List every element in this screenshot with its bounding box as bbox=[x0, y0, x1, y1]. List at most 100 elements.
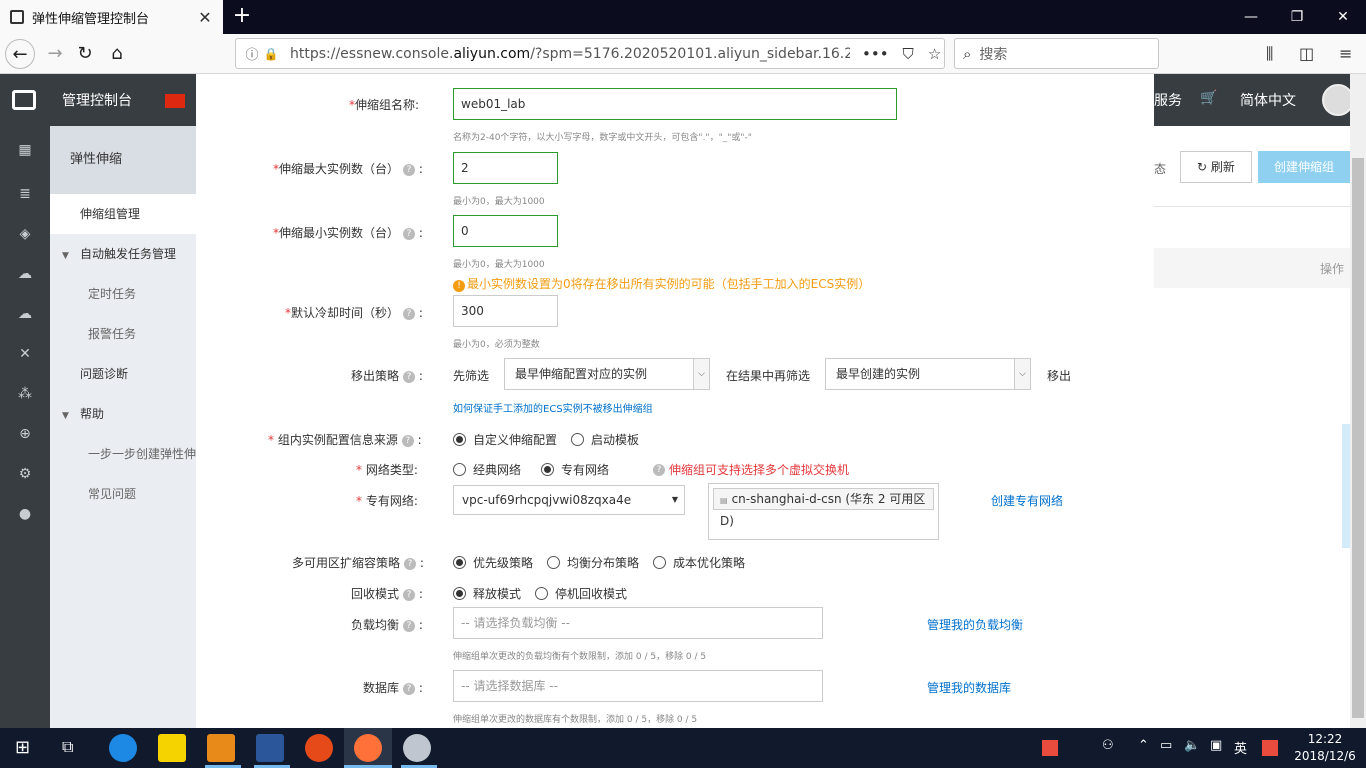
ime-indicator[interactable]: 英 bbox=[1234, 738, 1247, 757]
bookmark-star-icon[interactable]: ☆ bbox=[928, 45, 941, 63]
help-icon[interactable]: ? bbox=[403, 228, 416, 240]
firefox-icon[interactable] bbox=[354, 734, 382, 762]
group-name-input[interactable]: web01_lab bbox=[453, 88, 897, 120]
cloud-upload-icon[interactable]: ☁ bbox=[17, 306, 33, 322]
browser-tab[interactable]: 弹性伸缩管理控制台 ✕ bbox=[0, 0, 223, 34]
create-vpc-link[interactable]: 创建专有网络 bbox=[991, 492, 1063, 509]
subnav-item-alarm-tasks[interactable]: 报警任务 bbox=[50, 314, 196, 354]
recycle-release-radio[interactable]: 释放模式 bbox=[453, 585, 521, 602]
cooldown-input[interactable]: 300 bbox=[453, 295, 558, 327]
word-icon[interactable] bbox=[256, 734, 284, 762]
sticky-notes-icon[interactable] bbox=[158, 734, 186, 762]
database-select[interactable]: -- 请选择数据库 -- bbox=[453, 670, 823, 702]
library-icon[interactable]: ⫼ bbox=[1266, 39, 1273, 69]
volume-icon[interactable]: 🔈 bbox=[1184, 738, 1200, 753]
home-icon[interactable]: ⌂ bbox=[102, 39, 132, 69]
app-tray-icon[interactable] bbox=[1042, 740, 1058, 756]
subnav-item-scheduled-tasks[interactable]: 定时任务 bbox=[50, 274, 196, 314]
multi-az-balanced-radio[interactable]: 均衡分布策略 bbox=[547, 554, 639, 571]
grid-icon[interactable]: ▦ bbox=[17, 142, 33, 158]
search-input[interactable]: ⌕ 搜索 bbox=[954, 38, 1159, 69]
help-icon[interactable]: ? bbox=[403, 371, 416, 383]
page-actions-icon[interactable]: ••• bbox=[862, 45, 889, 63]
config-source-template-radio[interactable]: 启动模板 bbox=[571, 431, 639, 448]
people-icon[interactable]: ⚇ bbox=[1102, 738, 1114, 753]
subnav-group-help[interactable]: ▼ 帮助 bbox=[50, 394, 196, 434]
network-icon[interactable]: ▣ bbox=[1210, 738, 1222, 753]
aliyun-logo-icon[interactable] bbox=[12, 90, 36, 110]
new-tab-icon[interactable]: + bbox=[230, 4, 254, 28]
network-classic-radio[interactable]: 经典网络 bbox=[453, 461, 521, 478]
console-title[interactable]: 管理控制台 bbox=[62, 90, 132, 110]
menu-icon[interactable]: ≡ bbox=[1339, 39, 1352, 69]
subnav-group-auto-tasks[interactable]: ▼ 自动触发任务管理 bbox=[50, 234, 196, 274]
close-tab-icon[interactable]: ✕ bbox=[197, 8, 213, 27]
shield-icon[interactable]: ◈ bbox=[17, 226, 33, 242]
help-icon[interactable]: ? bbox=[401, 435, 414, 447]
taskbar-clock[interactable]: 12:22 2018/12/6 bbox=[1290, 731, 1360, 765]
sidebar-icon[interactable]: ◫ bbox=[1299, 39, 1314, 69]
help-icon[interactable]: ? bbox=[404, 558, 417, 570]
language-switch[interactable]: 简体中文 bbox=[1240, 90, 1296, 110]
help-icon[interactable]: ? bbox=[403, 620, 416, 632]
help-icon[interactable]: ? bbox=[403, 683, 416, 695]
url-text[interactable]: https://essnew.console.aliyun.com/?spm=5… bbox=[290, 46, 850, 62]
load-balancer-select[interactable]: -- 请选择负载均衡 -- bbox=[453, 607, 823, 639]
server-icon[interactable]: ≣ bbox=[17, 186, 33, 202]
removal-then-select[interactable]: 最早创建的实例 ⌵ bbox=[825, 358, 1031, 390]
manage-database-link[interactable]: 管理我的数据库 bbox=[927, 679, 1011, 696]
scroll-thumb[interactable] bbox=[1352, 158, 1364, 718]
windows-start-icon[interactable]: ⊞ bbox=[15, 737, 30, 758]
multi-az-priority-radio[interactable]: 优先级策略 bbox=[453, 554, 533, 571]
vswitch-tag[interactable]: ▤ cn-shanghai-d-csn (华东 2 可用区 D) bbox=[713, 488, 934, 528]
url-bar[interactable]: ⓘ 🔒 https://essnew.console.aliyun.com/?s… bbox=[235, 38, 945, 69]
create-scaling-group-button[interactable]: 创建伸缩组 bbox=[1258, 151, 1350, 183]
circle-icon[interactable]: ● bbox=[17, 506, 33, 522]
vpc-select[interactable]: vpc-uf69rhcpqjvwi08zqxa4e ▼ bbox=[453, 485, 685, 515]
subnav-item-diagnosis[interactable]: 问题诊断 bbox=[50, 354, 196, 394]
restore-icon[interactable]: ❐ bbox=[1274, 0, 1320, 34]
pocket-icon[interactable]: ⛉ bbox=[903, 45, 914, 63]
subnav-item-faq[interactable]: 常见问题 bbox=[50, 474, 196, 514]
manage-load-balancer-link[interactable]: 管理我的负载均衡 bbox=[927, 616, 1023, 633]
reload-icon[interactable]: ↻ bbox=[70, 39, 100, 69]
help-icon[interactable]: ? bbox=[403, 308, 416, 320]
info-icon[interactable]: ⓘ bbox=[242, 44, 262, 63]
ie-icon[interactable] bbox=[109, 734, 137, 762]
network-vpc-radio[interactable]: 专有网络 bbox=[541, 461, 609, 478]
chrome-icon[interactable] bbox=[305, 734, 333, 762]
cluster-icon[interactable]: ⁂ bbox=[17, 386, 33, 402]
vswitch-select[interactable]: ▤ cn-shanghai-d-csn (华东 2 可用区 D) bbox=[708, 483, 939, 540]
plugin-icon[interactable]: ⚙ bbox=[17, 466, 33, 482]
subnav-item-scaling-groups[interactable]: 伸缩组管理 bbox=[50, 194, 196, 234]
chevron-up-icon[interactable]: ⌃ bbox=[1138, 738, 1149, 753]
back-icon[interactable]: ← bbox=[5, 39, 35, 69]
max-instances-input[interactable]: 2 bbox=[453, 152, 558, 184]
battery-icon[interactable]: ▭ bbox=[1160, 738, 1172, 753]
help-icon[interactable]: ? bbox=[403, 164, 416, 176]
outlook-icon[interactable] bbox=[207, 734, 235, 762]
services-link[interactable]: 服务 bbox=[1154, 90, 1182, 110]
region-flag-icon[interactable] bbox=[165, 94, 185, 108]
min-instances-input[interactable]: 0 bbox=[453, 215, 558, 247]
removal-help-link[interactable]: 如何保证手工添加的ECS实例不被移出伸缩组 bbox=[453, 400, 653, 415]
cross-icon[interactable]: ✕ bbox=[17, 346, 33, 362]
help-icon[interactable]: ? bbox=[653, 463, 666, 476]
lock-icon[interactable]: 🔒 bbox=[262, 47, 280, 61]
globe-icon[interactable]: ⊕ bbox=[17, 426, 33, 442]
input-method-icon[interactable] bbox=[1262, 740, 1278, 756]
removal-first-select[interactable]: 最早伸缩配置对应的实例 ⌵ bbox=[504, 358, 710, 390]
feedback-side-tab[interactable] bbox=[1342, 424, 1350, 548]
close-window-icon[interactable]: ✕ bbox=[1320, 0, 1366, 34]
forward-icon[interactable]: → bbox=[40, 39, 70, 69]
minimize-icon[interactable]: — bbox=[1228, 0, 1274, 34]
cloud-icon[interactable]: ☁ bbox=[17, 266, 33, 282]
config-source-custom-radio[interactable]: 自定义伸缩配置 bbox=[453, 431, 557, 448]
page-scrollbar[interactable] bbox=[1350, 74, 1366, 728]
help-icon[interactable]: ? bbox=[403, 589, 416, 601]
multi-az-cost-radio[interactable]: 成本优化策略 bbox=[653, 554, 745, 571]
refresh-button[interactable]: ↻ 刷新 bbox=[1180, 151, 1252, 183]
subnav-item-step-by-step[interactable]: 一步一步创建弹性伸 bbox=[50, 434, 196, 474]
remote-desktop-icon[interactable] bbox=[403, 734, 431, 762]
cart-icon[interactable]: 🛒 bbox=[1200, 90, 1217, 106]
